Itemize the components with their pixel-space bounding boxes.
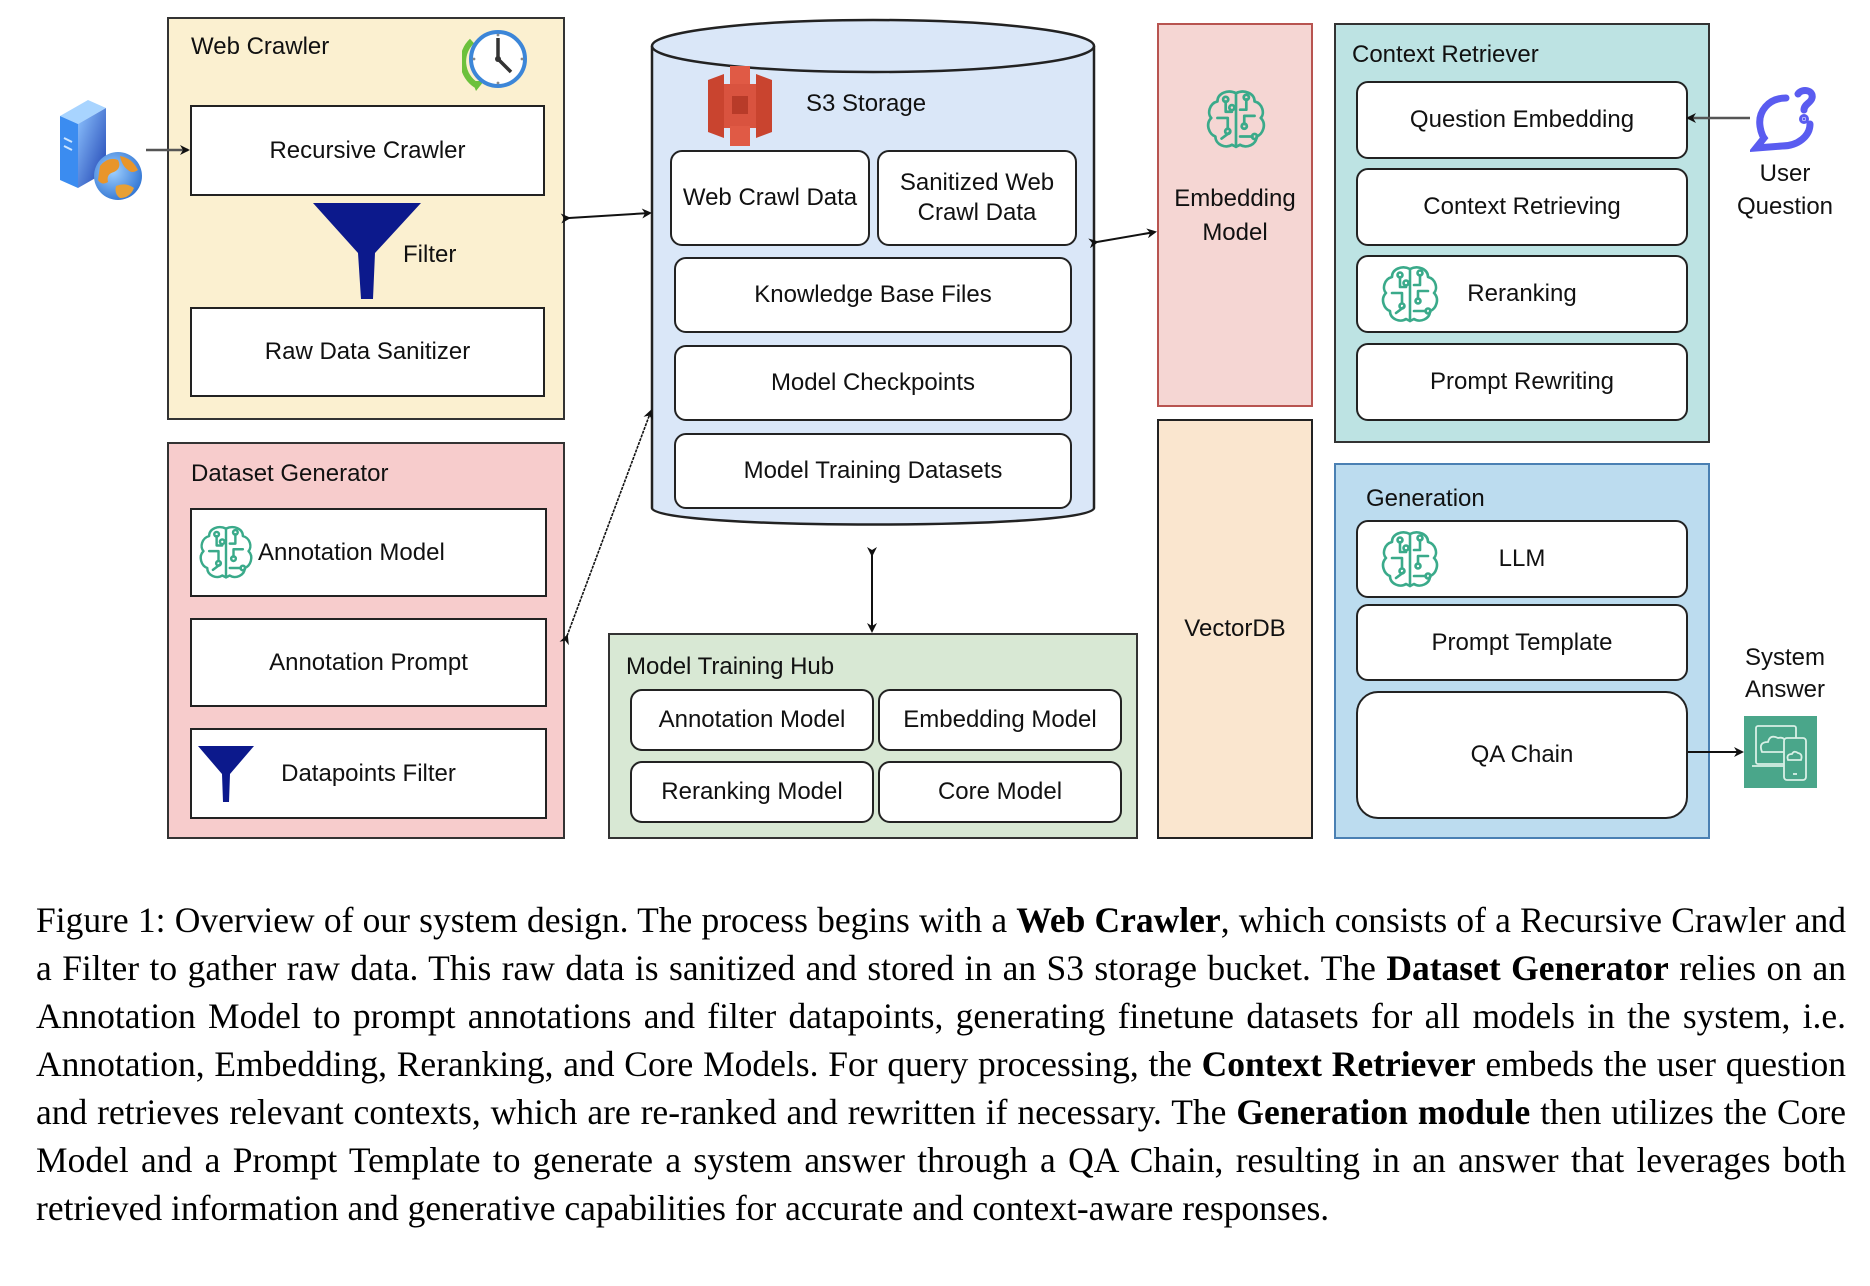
system-answer-device-icon: [1744, 716, 1817, 788]
recursive-crawler-box: Recursive Crawler: [190, 105, 545, 196]
system-answer-label-line2: Answer: [1744, 676, 1826, 703]
model-training-datasets-box: Model Training Datasets: [674, 433, 1072, 509]
sanitized-web-crawl-data-box: Sanitized Web Crawl Data: [877, 150, 1077, 246]
hub-annotation-model-box: Annotation Model: [630, 689, 874, 751]
generation-group: Generation LLM Prompt Template QA Chain: [1334, 463, 1710, 839]
hub-embedding-model-box: Embedding Model: [878, 689, 1122, 751]
qa-chain-box: QA Chain: [1356, 691, 1688, 819]
embedding-model-panel: Embedding Model: [1157, 23, 1313, 407]
context-retrieving-box: Context Retrieving: [1356, 168, 1688, 246]
caption-bold-generation-module: Generation module: [1236, 1092, 1531, 1132]
context-retriever-title: Context Retriever: [1352, 41, 1539, 68]
figure-caption: Figure 1: Overview of our system design.…: [36, 896, 1846, 1232]
web-crawler-title: Web Crawler: [191, 33, 330, 60]
server-globe-icon: [58, 96, 144, 202]
caption-bold-context-retriever: Context Retriever: [1201, 1044, 1476, 1084]
caption-bold-dataset-generator: Dataset Generator: [1386, 948, 1669, 988]
knowledge-base-files-box: Knowledge Base Files: [674, 257, 1072, 333]
s3-bucket-icon: [706, 62, 774, 148]
user-question-icon: [1748, 86, 1822, 156]
dataset-generator-group: Dataset Generator Annotation Model Annot…: [167, 442, 565, 839]
arrow-s3-embedding-model: [1088, 228, 1157, 249]
arrow-dataset-generator-s3: [559, 409, 653, 646]
embedding-model-label-line2: Model: [1202, 219, 1268, 246]
reranking-box: Reranking: [1356, 255, 1688, 333]
llm-box: LLM: [1356, 520, 1688, 598]
prompt-template-box: Prompt Template: [1356, 604, 1688, 681]
user-question-label-line1: User: [1759, 160, 1811, 187]
datapoints-filter-box: Datapoints Filter: [190, 728, 547, 819]
web-crawl-data-box: Web Crawl Data: [670, 150, 870, 246]
hub-core-model-box: Core Model: [878, 761, 1122, 823]
caption-bold-web-crawler: Web Crawler: [1016, 900, 1221, 940]
reranking-label: Reranking: [1467, 280, 1577, 307]
llm-label: LLM: [1498, 545, 1546, 572]
arrow-crawler-s3: [560, 208, 652, 224]
annotation-model-box: Annotation Model: [190, 508, 547, 597]
vectordb-panel: VectorDB: [1157, 419, 1313, 839]
user-question-label-line2: Question: [1736, 193, 1834, 220]
generation-title: Generation: [1366, 485, 1485, 512]
model-training-hub-group: Model Training Hub Annotation Model Embe…: [608, 633, 1138, 839]
hub-reranking-model-box: Reranking Model: [630, 761, 874, 823]
brain-icon: [1203, 87, 1269, 153]
annotation-model-label: Annotation Model: [258, 538, 445, 566]
brain-icon: [1378, 263, 1442, 327]
annotation-prompt-box: Annotation Prompt: [190, 618, 547, 707]
brain-icon: [1378, 528, 1442, 592]
clock-icon: [460, 27, 528, 95]
prompt-rewriting-box: Prompt Rewriting: [1356, 343, 1688, 421]
question-embedding-box: Question Embedding: [1356, 81, 1688, 159]
brain-icon: [196, 522, 256, 584]
filter-label: Filter: [403, 241, 457, 268]
vectordb-label: VectorDB: [1184, 615, 1286, 642]
system-answer-label-line1: System: [1744, 644, 1825, 671]
caption-text: Figure 1: Overview of our system design.…: [36, 900, 1017, 940]
web-crawler-group: Web Crawler Recursive Crawler Filter Raw…: [167, 17, 565, 420]
s3-storage-title: S3 Storage: [806, 90, 927, 117]
embedding-model-label-line1: Embedding: [1174, 185, 1296, 212]
dataset-generator-title: Dataset Generator: [191, 460, 389, 487]
raw-data-sanitizer-box: Raw Data Sanitizer: [190, 307, 545, 397]
datapoints-filter-label: Datapoints Filter: [281, 759, 456, 787]
model-checkpoints-box: Model Checkpoints: [674, 345, 1072, 421]
context-retriever-group: Context Retriever Question Embedding Con…: [1334, 23, 1710, 443]
filter-funnel-icon: [196, 744, 256, 804]
model-training-hub-title: Model Training Hub: [626, 653, 835, 680]
